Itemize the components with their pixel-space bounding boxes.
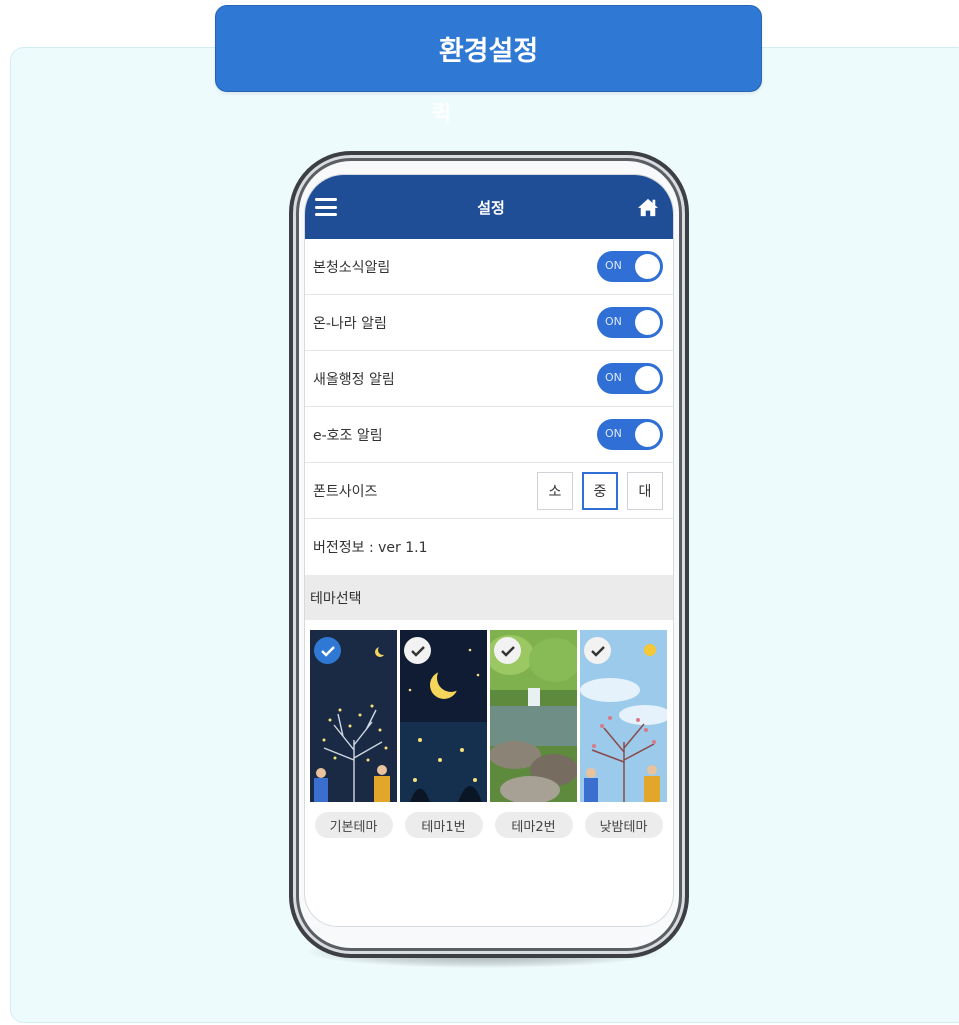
theme-1-thumbnail [400,630,487,802]
theme-default[interactable]: 기본테마 [310,630,397,838]
setting-row-onnara: 온-나라 알림 ON [305,295,673,351]
setting-row-notice: 본청소식알림 ON [305,239,673,295]
ghost-caption: 퀵 [431,102,452,127]
setting-row-saeol: 새올행정 알림 ON [305,351,673,407]
version-info: 버전정보 : ver 1.1 [313,540,428,556]
theme-2-thumbnail [490,630,577,802]
setting-label: e-호조 알림 [313,427,383,444]
toggle-state: ON [605,371,622,384]
font-size-row: 폰트사이즈 소 중 대 [305,463,673,519]
check-icon [404,637,431,664]
check-icon [584,637,611,664]
app-header: 설정 [305,175,673,239]
toggle-state: ON [605,259,622,272]
onnara-toggle[interactable]: ON [597,307,663,338]
home-icon[interactable] [637,197,659,217]
app-title: 설정 [477,198,505,217]
theme-default-thumbnail [310,630,397,802]
font-size-label: 폰트사이즈 [313,483,378,500]
check-icon [494,637,521,664]
theme-2[interactable]: 테마2번 [490,630,577,838]
font-medium-button[interactable]: 중 [582,471,618,510]
saeol-toggle[interactable]: ON [597,363,663,394]
theme-list: 기본테마 테마1번 테마2번 낮밤테마 [305,620,673,838]
theme-1[interactable]: 테마1번 [400,630,487,838]
menu-icon[interactable] [315,198,337,216]
setting-label: 온-나라 알림 [313,315,387,332]
theme-label: 테마1번 [404,812,483,838]
theme-daynight-thumbnail [580,630,667,802]
phone-screen: 설정 본청소식알림 ON 온-나라 알림 ON 새올행정 알림 ON e-호조 … [304,174,674,927]
setting-label: 새올행정 알림 [313,371,395,388]
setting-label: 본청소식알림 [313,259,391,276]
font-small-button[interactable]: 소 [537,471,573,510]
setting-row-ehojo: e-호조 알림 ON [305,407,673,463]
toggle-state: ON [605,427,622,440]
page-title: 환경설정 [215,5,762,92]
theme-label: 낮밤테마 [584,812,663,838]
check-icon [314,637,341,664]
ehojo-toggle[interactable]: ON [597,419,663,450]
theme-daynight[interactable]: 낮밤테마 [580,630,667,838]
theme-section-title: 테마선택 [305,575,673,620]
theme-label: 테마2번 [494,812,573,838]
theme-label: 기본테마 [314,812,393,838]
font-large-button[interactable]: 대 [627,471,663,510]
notice-toggle[interactable]: ON [597,251,663,282]
toggle-state: ON [605,315,622,328]
